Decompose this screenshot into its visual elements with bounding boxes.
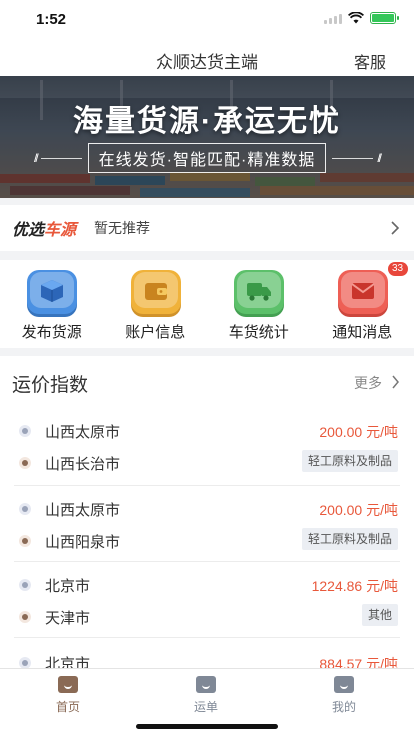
banner-title: 海量货源·承运无忧: [73, 105, 341, 138]
quick-action-label: 车货统计: [228, 324, 289, 341]
promo-banner[interactable]: 海量货源·承运无忧 // 在线发货·智能匹配·精准数据 //: [0, 76, 414, 198]
quick-actions: 发布货源 账户信息 车货统计 33 通知消息: [0, 260, 414, 348]
origin-dot-icon: [19, 425, 31, 437]
tab-profile[interactable]: 我的: [314, 676, 374, 715]
more-link[interactable]: 更多: [354, 373, 382, 393]
recommended-vehicles-bar[interactable]: 优选车源 暂无推荐: [0, 205, 414, 251]
origin-dot-icon: [19, 579, 31, 591]
price-route-item[interactable]: 山西太原市 200.00 元/吨 山西长治市 轻工原料及制品: [14, 408, 400, 486]
quick-action-notifications[interactable]: 33 通知消息: [311, 260, 414, 348]
destination-city: 山西长治市: [45, 456, 121, 473]
route-price: 200.00 元/吨: [319, 424, 398, 440]
destination-dot-icon: [19, 535, 31, 547]
origin-city: 山西太原市: [45, 502, 121, 519]
quick-action-label: 通知消息: [332, 324, 393, 341]
destination-dot-icon: [19, 457, 31, 469]
origin-city: 北京市: [45, 578, 91, 595]
truck-icon: [234, 270, 284, 314]
chevron-right-icon[interactable]: [391, 374, 400, 390]
origin-city: 北京市: [45, 656, 91, 668]
origin-city: 山西太原市: [45, 424, 121, 441]
recommend-text: 暂无推荐: [94, 220, 151, 236]
banner-subtitle-row: // 在线发货·智能匹配·精准数据 //: [30, 143, 384, 173]
chevron-right-icon: [391, 221, 400, 235]
quick-action-label: 发布货源: [21, 324, 82, 341]
app-screen: 1:52 众顺达货主端 客服 海量货源·承运无忧 // 在线发货·智能匹配·精准…: [0, 0, 414, 736]
quick-action-stats[interactable]: 车货统计: [207, 260, 311, 348]
home-indicator: [136, 724, 278, 729]
nav-bar: 众顺达货主端 客服: [0, 40, 414, 76]
customer-service-button[interactable]: 客服: [354, 49, 386, 73]
status-time: 1:52: [36, 11, 67, 28]
quick-action-label: 账户信息: [125, 324, 186, 341]
banner-subtitle: 在线发货·智能匹配·精准数据: [87, 143, 327, 173]
route-price: 200.00 元/吨: [319, 502, 398, 518]
tab-label: 运单: [193, 700, 218, 714]
price-route-item[interactable]: 北京市 884.57 元/吨: [14, 638, 400, 668]
cargo-category-tag: 其他: [361, 604, 398, 626]
quick-action-publish[interactable]: 发布货源: [0, 260, 104, 348]
battery-icon: [370, 12, 399, 24]
destination-city: 山西阳泉市: [45, 534, 121, 551]
wallet-icon: [130, 270, 181, 314]
destination-dot-icon: [19, 611, 31, 623]
status-bar: 1:52: [0, 0, 414, 40]
price-route-item[interactable]: 山西太原市 200.00 元/吨 山西阳泉市 轻工原料及制品: [14, 486, 400, 562]
price-index-section: 运价指数 更多 山西太原市 200.00 元/吨 山西长治市 轻工原料及制品 山…: [0, 356, 414, 668]
home-icon: [58, 676, 78, 693]
price-route-item[interactable]: 北京市 1224.86 元/吨 天津市 其他: [14, 562, 400, 638]
tab-orders[interactable]: 运单: [176, 676, 236, 715]
price-index-header: 运价指数 更多: [0, 356, 414, 408]
mail-icon: [337, 270, 388, 314]
page-title: 众顺达货主端: [156, 53, 258, 72]
destination-city: 天津市: [45, 610, 91, 627]
status-icons: [324, 12, 399, 24]
origin-dot-icon: [19, 503, 31, 515]
recommend-brand: 优选车源: [12, 222, 77, 239]
tab-label: 首页: [55, 700, 80, 714]
waybill-icon: [196, 676, 216, 693]
quick-action-account[interactable]: 账户信息: [104, 260, 208, 348]
wifi-icon: [348, 12, 364, 24]
section-title: 运价指数: [12, 375, 89, 396]
notification-badge: 33: [387, 262, 408, 276]
route-price: 884.57 元/吨: [319, 656, 398, 668]
route-price: 1224.86 元/吨: [311, 578, 398, 594]
profile-icon: [334, 676, 354, 693]
tab-label: 我的: [331, 700, 356, 714]
cargo-category-tag: 轻工原料及制品: [301, 450, 398, 472]
signal-icon: [324, 13, 342, 24]
tab-home[interactable]: 首页: [38, 676, 98, 715]
origin-dot-icon: [19, 657, 31, 668]
cargo-category-tag: 轻工原料及制品: [301, 528, 398, 550]
box-icon: [27, 270, 77, 314]
